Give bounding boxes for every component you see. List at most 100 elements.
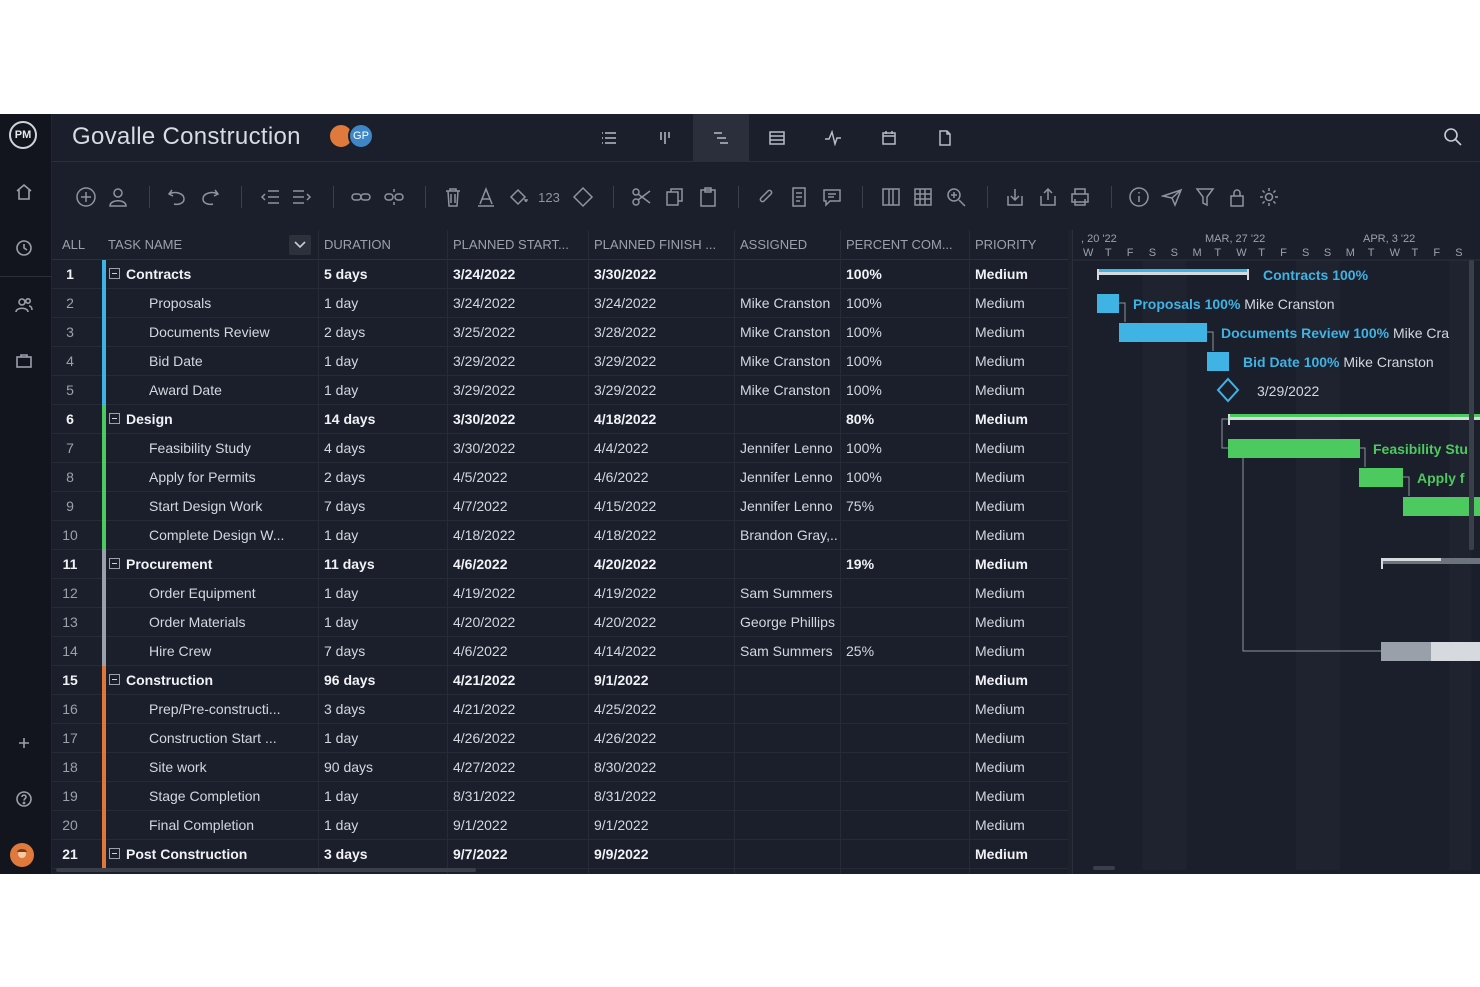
planned-start-cell[interactable]: 4/20/2022 [447, 608, 588, 637]
task-row[interactable]: 20 Final Completion 1 day 9/1/2022 9/1/2022 M… [52, 811, 1068, 840]
weekend-column[interactable] [1164, 260, 1187, 870]
priority-cell[interactable]: Medium [969, 376, 1068, 405]
import-icon[interactable] [1002, 184, 1028, 210]
task-name-cell[interactable]: Order Equipment [143, 579, 315, 608]
notes-icon[interactable] [786, 184, 812, 210]
duration-cell[interactable]: 96 days [318, 666, 447, 695]
planned-finish-cell[interactable]: 4/15/2022 [588, 492, 734, 521]
planned-finish-cell[interactable]: 4/26/2022 [588, 724, 734, 753]
task-row[interactable]: 16 Prep/Pre-constructi... 3 days 4/21/2022 4… [52, 695, 1068, 724]
number-format-icon[interactable]: 123 [536, 184, 562, 210]
planned-finish-cell[interactable]: 3/24/2022 [588, 289, 734, 318]
task-bar-proposals[interactable] [1097, 294, 1119, 313]
priority-cell[interactable]: Medium [969, 260, 1068, 289]
percent-cell[interactable] [840, 811, 969, 840]
col-planned-finish[interactable]: PLANNED FINISH ... [588, 230, 734, 260]
list-view-tab[interactable] [581, 114, 637, 162]
duration-cell[interactable]: 1 day [318, 521, 447, 550]
percent-cell[interactable] [840, 579, 969, 608]
task-row[interactable]: 3 Documents Review 2 days 3/25/2022 3/28/202… [52, 318, 1068, 347]
priority-cell[interactable]: Medium [969, 492, 1068, 521]
col-priority[interactable]: PRIORITY [969, 230, 1068, 260]
priority-cell[interactable]: Medium [969, 782, 1068, 811]
collapse-icon[interactable] [109, 413, 120, 424]
planned-start-cell[interactable]: 4/21/2022 [447, 666, 588, 695]
unlink-icon[interactable] [381, 184, 407, 210]
col-percent-complete[interactable]: PERCENT COM... [840, 230, 969, 260]
undo-icon[interactable] [164, 184, 190, 210]
percent-cell[interactable] [840, 666, 969, 695]
percent-cell[interactable]: 100% [840, 289, 969, 318]
task-bar-apply-for-permits[interactable] [1359, 468, 1403, 487]
link-icon[interactable] [348, 184, 374, 210]
redo-icon[interactable] [197, 184, 223, 210]
member-avatar-initials[interactable]: GP [348, 123, 374, 149]
planned-finish-cell[interactable]: 3/30/2022 [588, 260, 734, 289]
duration-cell[interactable]: 2 days [318, 318, 447, 347]
percent-cell[interactable]: 100% [840, 347, 969, 376]
help-icon[interactable] [10, 785, 38, 813]
priority-cell[interactable]: Medium [969, 666, 1068, 695]
collapse-icon[interactable] [109, 268, 120, 279]
planned-start-cell[interactable]: 3/30/2022 [447, 405, 588, 434]
priority-cell[interactable]: Medium [969, 550, 1068, 579]
filter-icon[interactable] [1192, 184, 1218, 210]
col-duration[interactable]: DURATION [318, 230, 447, 260]
zoom-icon[interactable] [943, 184, 969, 210]
weekend-column[interactable] [1296, 260, 1318, 870]
planned-start-cell[interactable]: 8/31/2022 [447, 782, 588, 811]
duration-cell[interactable]: 11 days [318, 550, 447, 579]
priority-cell[interactable]: Medium [969, 579, 1068, 608]
planned-start-cell[interactable]: 4/5/2022 [447, 463, 588, 492]
gantt-vertical-scrollbar[interactable] [1469, 260, 1474, 550]
weekend-column[interactable] [1449, 260, 1472, 870]
cut-icon[interactable] [629, 184, 655, 210]
priority-cell[interactable]: Medium [969, 318, 1068, 347]
milestone-icon[interactable] [570, 184, 596, 210]
task-name-cell[interactable]: Contracts [120, 260, 316, 289]
assigned-cell[interactable] [734, 782, 840, 811]
task-bar-start-design-work[interactable] [1403, 497, 1480, 516]
planned-finish-cell[interactable]: 3/28/2022 [588, 318, 734, 347]
summary-progress-procurement[interactable] [1381, 558, 1441, 561]
task-name-cell[interactable]: Start Design Work [143, 492, 315, 521]
duration-cell[interactable]: 1 day [318, 376, 447, 405]
percent-cell[interactable]: 100% [840, 318, 969, 347]
assigned-cell[interactable] [734, 695, 840, 724]
group-row[interactable]: 1 Contracts 5 days 3/24/2022 3/30/2022 100% Me… [52, 260, 1068, 289]
assigned-cell[interactable]: Mike Cranston [734, 318, 840, 347]
print-icon[interactable] [1067, 184, 1093, 210]
priority-cell[interactable]: Medium [969, 521, 1068, 550]
assigned-cell[interactable] [734, 550, 840, 579]
assigned-cell[interactable]: Mike Cranston [734, 347, 840, 376]
planned-finish-cell[interactable]: 4/25/2022 [588, 695, 734, 724]
task-name-cell[interactable]: Proposals [143, 289, 315, 318]
priority-cell[interactable]: Medium [969, 405, 1068, 434]
paste-icon[interactable] [695, 184, 721, 210]
duration-cell[interactable]: 7 days [318, 492, 447, 521]
task-bar-hire-crew[interactable] [1431, 642, 1480, 661]
task-row[interactable]: 14 Hire Crew 7 days 4/6/2022 4/14/2022 Sam Su… [52, 637, 1068, 666]
percent-cell[interactable]: 80% [840, 405, 969, 434]
dependency-arrow[interactable] [1221, 418, 1228, 449]
percent-cell[interactable]: 100% [840, 260, 969, 289]
copy-icon[interactable] [662, 184, 688, 210]
columns-icon[interactable] [878, 184, 904, 210]
percent-cell[interactable]: 75% [840, 492, 969, 521]
planned-finish-cell[interactable]: 3/29/2022 [588, 347, 734, 376]
duration-cell[interactable]: 4 days [318, 434, 447, 463]
assigned-cell[interactable]: Mike Cranston [734, 376, 840, 405]
task-bar-feasibility-study[interactable] [1228, 439, 1360, 458]
planned-finish-cell[interactable]: 3/29/2022 [588, 376, 734, 405]
priority-cell[interactable]: Medium [969, 695, 1068, 724]
planned-finish-cell[interactable]: 9/1/2022 [588, 666, 734, 695]
briefcase-icon[interactable] [10, 347, 38, 375]
files-view-tab[interactable] [917, 114, 973, 162]
pm-logo[interactable]: PM [9, 121, 37, 149]
weekend-column[interactable] [1142, 260, 1165, 870]
collapse-icon[interactable] [109, 558, 120, 569]
duration-cell[interactable]: 1 day [318, 811, 447, 840]
team-icon[interactable] [10, 291, 38, 319]
group-row[interactable]: 21 Post Construction 3 days 9/7/2022 9/9/202… [52, 840, 1068, 869]
duration-cell[interactable]: 7 days [318, 637, 447, 666]
